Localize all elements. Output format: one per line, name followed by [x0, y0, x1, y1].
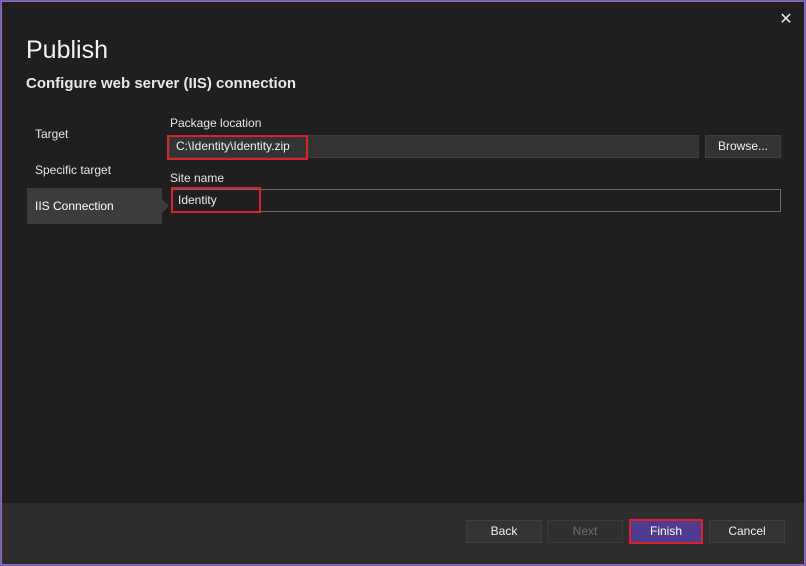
back-button[interactable]: Back [466, 520, 542, 543]
cancel-button[interactable]: Cancel [709, 520, 785, 543]
finish-button[interactable]: Finish [629, 519, 703, 544]
dialog-footer: Back Next Finish Cancel [2, 503, 804, 564]
browse-button[interactable]: Browse... [705, 135, 781, 158]
site-name-input[interactable]: Identity [171, 189, 781, 212]
wizard-steps-nav: Target Specific target IIS Connection [27, 116, 169, 224]
dialog-title: Publish [26, 36, 108, 64]
publish-dialog: ✕ Publish Configure web server (IIS) con… [1, 1, 805, 565]
nav-item-specific-target[interactable]: Specific target [27, 152, 162, 188]
dialog-subtitle: Configure web server (IIS) connection [26, 75, 297, 92]
nav-item-target[interactable]: Target [27, 116, 162, 152]
site-name-label: Site name [170, 171, 225, 185]
nav-item-iis-connection[interactable]: IIS Connection [27, 188, 169, 224]
close-icon[interactable]: ✕ [778, 12, 794, 28]
package-location-input[interactable]: C:\Identity\Identity.zip [169, 135, 699, 158]
package-location-label: Package location [170, 116, 262, 130]
next-button[interactable]: Next [547, 520, 623, 543]
